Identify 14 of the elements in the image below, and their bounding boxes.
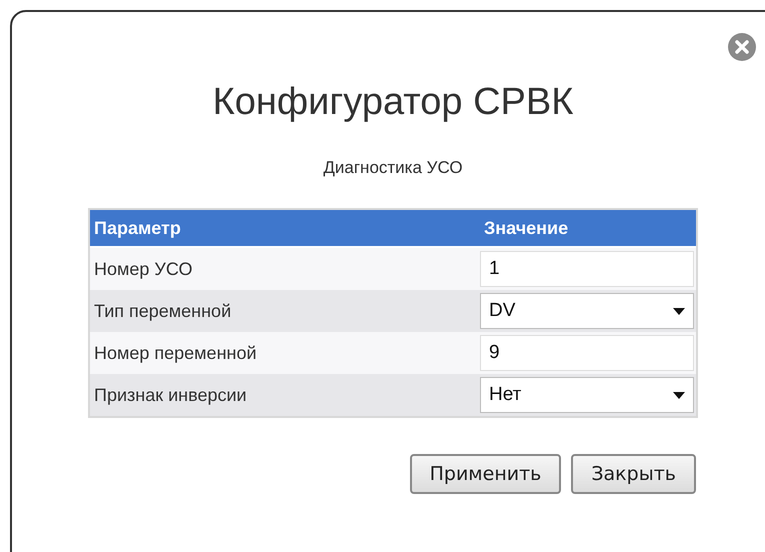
parameter-label: Номер УСО [93,258,194,280]
input-field[interactable]: 9 [480,335,694,371]
column-header: Значение [483,218,570,238]
input-field[interactable]: 1 [480,251,694,287]
dropdown-field[interactable]: DV [480,293,694,329]
close-button[interactable]: Закрыть [571,454,696,494]
parameter-label: Тип переменной [93,300,232,322]
dialog-title: Конфигуратор СРВК [212,80,574,125]
parameter-label: Признак инверсии [93,384,248,406]
parameter-label: Номер переменной [93,342,258,364]
dropdown-field[interactable]: Нет [480,377,694,413]
column-header: Параметр [93,218,182,238]
dialog-subtitle: Диагностика УСО [323,158,463,178]
apply-button[interactable]: Применить [410,454,562,494]
